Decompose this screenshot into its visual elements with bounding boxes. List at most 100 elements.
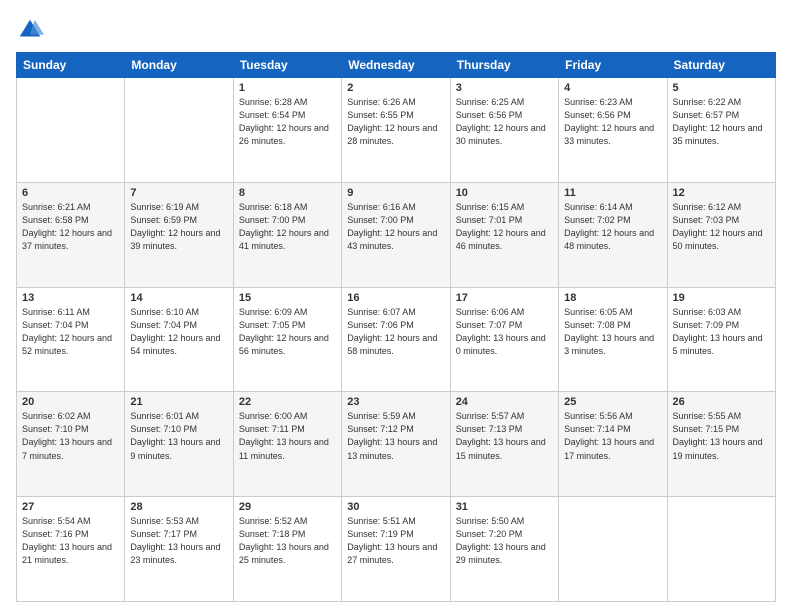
- day-number: 6: [22, 187, 119, 199]
- calendar-cell: 15 Sunrise: 6:09 AMSunset: 7:05 PMDayligh…: [233, 287, 341, 392]
- day-info: Sunrise: 5:52 AMSunset: 7:18 PMDaylight:…: [239, 515, 336, 567]
- day-info: Sunrise: 6:15 AMSunset: 7:01 PMDaylight:…: [456, 201, 553, 253]
- day-number: 28: [130, 501, 227, 513]
- week-row-2: 6 Sunrise: 6:21 AMSunset: 6:58 PMDaylight…: [17, 182, 776, 287]
- day-number: 12: [673, 187, 770, 199]
- day-number: 4: [564, 82, 661, 94]
- calendar-cell: 21Sunrise: 6:01 AMSunset: 7:10 PMDayligh…: [125, 392, 233, 497]
- day-info: Sunrise: 6:18 AMSunset: 7:00 PMDaylight:…: [239, 201, 336, 253]
- day-number: 25: [564, 396, 661, 408]
- day-number: 1: [239, 82, 336, 94]
- day-header-tuesday: Tuesday: [233, 53, 341, 78]
- day-number: 2: [347, 82, 444, 94]
- day-info: Sunrise: 6:25 AMSunset: 6:56 PMDaylight:…: [456, 96, 553, 148]
- calendar-cell: 27 Sunrise: 5:54 AMSunset: 7:16 PMDayligh…: [17, 497, 125, 602]
- day-header-monday: Monday: [125, 53, 233, 78]
- day-number: 3: [456, 82, 553, 94]
- day-info: Sunrise: 5:50 AMSunset: 7:20 PMDaylight:…: [456, 515, 553, 567]
- day-number: 13: [22, 292, 119, 304]
- day-number: 27: [22, 501, 119, 513]
- day-info: Sunrise: 6:00 AMSunset: 7:11 PMDaylight:…: [239, 410, 336, 462]
- day-header-sunday: Sunday: [17, 53, 125, 78]
- week-row-3: 13 Sunrise: 6:11 AMSunset: 7:04 PMDayligh…: [17, 287, 776, 392]
- calendar-cell: 14Sunrise: 6:10 AMSunset: 7:04 PMDayligh…: [125, 287, 233, 392]
- logo-icon: [16, 16, 44, 44]
- day-info: Sunrise: 6:21 AMSunset: 6:58 PMDaylight:…: [22, 201, 119, 253]
- calendar-cell: 20 Sunrise: 6:02 AMSunset: 7:10 PMDayligh…: [17, 392, 125, 497]
- day-info: Sunrise: 6:06 AMSunset: 7:07 PMDaylight:…: [456, 306, 553, 358]
- day-number: 30: [347, 501, 444, 513]
- day-header-friday: Friday: [559, 53, 667, 78]
- calendar-cell: 3 Sunrise: 6:25 AMSunset: 6:56 PMDaylight…: [450, 78, 558, 183]
- calendar-cell: 22 Sunrise: 6:00 AMSunset: 7:11 PMDayligh…: [233, 392, 341, 497]
- calendar-cell: 26Sunrise: 5:55 AMSunset: 7:15 PMDayligh…: [667, 392, 775, 497]
- day-number: 18: [564, 292, 661, 304]
- day-info: Sunrise: 5:56 AMSunset: 7:14 PMDaylight:…: [564, 410, 661, 462]
- calendar-cell: 25 Sunrise: 5:56 AMSunset: 7:14 PMDayligh…: [559, 392, 667, 497]
- day-info: Sunrise: 5:51 AMSunset: 7:19 PMDaylight:…: [347, 515, 444, 567]
- day-info: Sunrise: 6:12 AMSunset: 7:03 PMDaylight:…: [673, 201, 770, 253]
- day-info: Sunrise: 6:07 AMSunset: 7:06 PMDaylight:…: [347, 306, 444, 358]
- days-header-row: SundayMondayTuesdayWednesdayThursdayFrid…: [17, 53, 776, 78]
- day-info: Sunrise: 6:03 AMSunset: 7:09 PMDaylight:…: [673, 306, 770, 358]
- day-number: 31: [456, 501, 553, 513]
- week-row-5: 27 Sunrise: 5:54 AMSunset: 7:16 PMDayligh…: [17, 497, 776, 602]
- calendar-cell: 18 Sunrise: 6:05 AMSunset: 7:08 PMDayligh…: [559, 287, 667, 392]
- calendar-cell: 5 Sunrise: 6:22 AMSunset: 6:57 PMDaylight…: [667, 78, 775, 183]
- calendar-cell: 9 Sunrise: 6:16 AMSunset: 7:00 PMDaylight…: [342, 182, 450, 287]
- day-number: 5: [673, 82, 770, 94]
- day-header-saturday: Saturday: [667, 53, 775, 78]
- day-info: Sunrise: 6:11 AMSunset: 7:04 PMDaylight:…: [22, 306, 119, 358]
- logo: [16, 16, 48, 44]
- header: [16, 16, 776, 44]
- calendar-cell: 31 Sunrise: 5:50 AMSunset: 7:20 PMDayligh…: [450, 497, 558, 602]
- day-number: 26: [673, 396, 770, 408]
- calendar-cell: 16Sunrise: 6:07 AMSunset: 7:06 PMDayligh…: [342, 287, 450, 392]
- day-number: 23: [347, 396, 444, 408]
- day-info: Sunrise: 5:54 AMSunset: 7:16 PMDaylight:…: [22, 515, 119, 567]
- calendar-cell: 11Sunrise: 6:14 AMSunset: 7:02 PMDayligh…: [559, 182, 667, 287]
- calendar-cell: 24 Sunrise: 5:57 AMSunset: 7:13 PMDayligh…: [450, 392, 558, 497]
- day-number: 29: [239, 501, 336, 513]
- day-info: Sunrise: 5:59 AMSunset: 7:12 PMDaylight:…: [347, 410, 444, 462]
- day-number: 10: [456, 187, 553, 199]
- week-row-1: 1 Sunrise: 6:28 AMSunset: 6:54 PMDaylight…: [17, 78, 776, 183]
- calendar-cell: 1 Sunrise: 6:28 AMSunset: 6:54 PMDaylight…: [233, 78, 341, 183]
- calendar-cell: 23 Sunrise: 5:59 AMSunset: 7:12 PMDayligh…: [342, 392, 450, 497]
- day-number: 7: [130, 187, 227, 199]
- day-info: Sunrise: 5:57 AMSunset: 7:13 PMDaylight:…: [456, 410, 553, 462]
- day-info: Sunrise: 6:16 AMSunset: 7:00 PMDaylight:…: [347, 201, 444, 253]
- calendar-cell: [667, 497, 775, 602]
- day-number: 19: [673, 292, 770, 304]
- calendar-cell: [125, 78, 233, 183]
- calendar-cell: 10 Sunrise: 6:15 AMSunset: 7:01 PMDayligh…: [450, 182, 558, 287]
- calendar-cell: 12 Sunrise: 6:12 AMSunset: 7:03 PMDayligh…: [667, 182, 775, 287]
- calendar-cell: 6 Sunrise: 6:21 AMSunset: 6:58 PMDaylight…: [17, 182, 125, 287]
- day-info: Sunrise: 6:09 AMSunset: 7:05 PMDaylight:…: [239, 306, 336, 358]
- calendar-cell: 29 Sunrise: 5:52 AMSunset: 7:18 PMDayligh…: [233, 497, 341, 602]
- calendar-cell: 30 Sunrise: 5:51 AMSunset: 7:19 PMDayligh…: [342, 497, 450, 602]
- day-info: Sunrise: 6:28 AMSunset: 6:54 PMDaylight:…: [239, 96, 336, 148]
- day-number: 24: [456, 396, 553, 408]
- day-info: Sunrise: 6:19 AMSunset: 6:59 PMDaylight:…: [130, 201, 227, 253]
- day-info: Sunrise: 6:05 AMSunset: 7:08 PMDaylight:…: [564, 306, 661, 358]
- day-number: 20: [22, 396, 119, 408]
- day-info: Sunrise: 6:26 AMSunset: 6:55 PMDaylight:…: [347, 96, 444, 148]
- day-number: 15: [239, 292, 336, 304]
- day-number: 11: [564, 187, 661, 199]
- calendar-cell: [17, 78, 125, 183]
- calendar-cell: [559, 497, 667, 602]
- calendar-cell: 4 Sunrise: 6:23 AMSunset: 6:56 PMDaylight…: [559, 78, 667, 183]
- day-info: Sunrise: 6:23 AMSunset: 6:56 PMDaylight:…: [564, 96, 661, 148]
- day-number: 22: [239, 396, 336, 408]
- calendar-cell: 7 Sunrise: 6:19 AMSunset: 6:59 PMDaylight…: [125, 182, 233, 287]
- calendar-cell: 28Sunrise: 5:53 AMSunset: 7:17 PMDayligh…: [125, 497, 233, 602]
- calendar-cell: 19 Sunrise: 6:03 AMSunset: 7:09 PMDayligh…: [667, 287, 775, 392]
- day-number: 8: [239, 187, 336, 199]
- day-info: Sunrise: 6:22 AMSunset: 6:57 PMDaylight:…: [673, 96, 770, 148]
- day-header-wednesday: Wednesday: [342, 53, 450, 78]
- day-info: Sunrise: 6:02 AMSunset: 7:10 PMDaylight:…: [22, 410, 119, 462]
- day-number: 17: [456, 292, 553, 304]
- day-number: 9: [347, 187, 444, 199]
- page: SundayMondayTuesdayWednesdayThursdayFrid…: [0, 0, 792, 612]
